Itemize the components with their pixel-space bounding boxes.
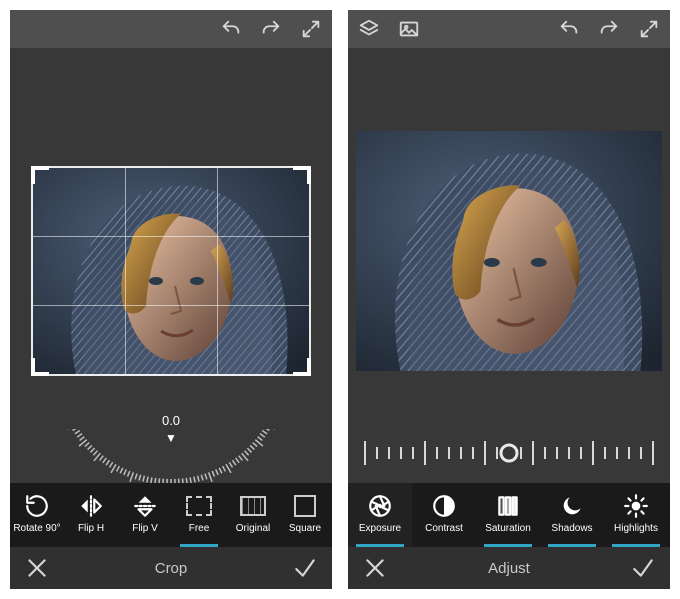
layers-icon bbox=[358, 18, 380, 40]
original-aspect-icon bbox=[240, 496, 266, 516]
cancel-button[interactable] bbox=[358, 551, 392, 585]
crop-canvas[interactable]: 0.0 ▼ bbox=[10, 48, 332, 483]
highlights-tool[interactable]: Highlights bbox=[604, 483, 668, 547]
flip-v-tool[interactable]: Flip V bbox=[118, 483, 172, 547]
crop-handle-br[interactable] bbox=[293, 358, 311, 376]
saturation-icon bbox=[495, 493, 521, 519]
square-aspect-icon bbox=[294, 495, 316, 517]
redo-icon bbox=[598, 18, 620, 40]
cancel-button[interactable] bbox=[20, 551, 54, 585]
adjust-tools-bar: Exposure Contrast Saturation Shadows Hig… bbox=[348, 483, 670, 547]
contrast-icon bbox=[431, 493, 457, 519]
layers-button[interactable] bbox=[352, 12, 386, 46]
rotation-dial[interactable]: 0.0 ▼ bbox=[10, 413, 332, 483]
grid-line bbox=[217, 168, 218, 374]
expand-icon bbox=[300, 18, 322, 40]
dial-ticks-icon bbox=[41, 429, 301, 483]
close-icon bbox=[362, 555, 388, 581]
tool-label: Contrast bbox=[425, 523, 463, 534]
tool-label: Rotate 90° bbox=[13, 523, 60, 534]
tool-label: Flip H bbox=[78, 523, 104, 534]
adjust-canvas[interactable] bbox=[348, 48, 670, 483]
aspect-square-tool[interactable]: Square bbox=[280, 483, 330, 547]
tool-label: Original bbox=[236, 523, 270, 534]
sun-icon bbox=[623, 493, 649, 519]
fullscreen-button[interactable] bbox=[294, 12, 328, 46]
check-icon bbox=[292, 555, 318, 581]
grid-line bbox=[33, 236, 309, 237]
crop-frame[interactable] bbox=[31, 166, 311, 376]
image-preview bbox=[356, 131, 662, 371]
slider-ticks-icon bbox=[359, 433, 659, 473]
tool-label: Highlights bbox=[614, 523, 658, 534]
tool-label: Exposure bbox=[359, 523, 401, 534]
compare-button[interactable] bbox=[392, 12, 426, 46]
portrait-image bbox=[356, 131, 662, 371]
saturation-tool[interactable]: Saturation bbox=[476, 483, 540, 547]
tool-label: Square bbox=[289, 523, 321, 534]
confirm-button[interactable] bbox=[626, 551, 660, 585]
image-icon bbox=[398, 18, 420, 40]
flip-h-icon bbox=[78, 493, 104, 519]
undo-icon bbox=[558, 18, 580, 40]
aperture-icon bbox=[367, 493, 393, 519]
moon-icon bbox=[559, 493, 585, 519]
crop-handle-bl[interactable] bbox=[31, 358, 49, 376]
rotation-value: 0.0 bbox=[162, 413, 180, 428]
redo-icon bbox=[260, 18, 282, 40]
tool-label: Flip V bbox=[132, 523, 158, 534]
top-bar bbox=[10, 10, 332, 48]
grid-line bbox=[125, 168, 126, 374]
bottom-bar: Crop bbox=[10, 547, 332, 589]
free-aspect-icon bbox=[186, 496, 212, 516]
value-slider[interactable] bbox=[359, 423, 659, 483]
bottom-bar: Adjust bbox=[348, 547, 670, 589]
grid-line bbox=[33, 305, 309, 306]
rotate-90-tool[interactable]: Rotate 90° bbox=[10, 483, 64, 547]
exposure-tool[interactable]: Exposure bbox=[348, 483, 412, 547]
aspect-original-tool[interactable]: Original bbox=[226, 483, 280, 547]
contrast-tool[interactable]: Contrast bbox=[412, 483, 476, 547]
tool-label: Saturation bbox=[485, 523, 531, 534]
aspect-free-tool[interactable]: Free bbox=[172, 483, 226, 547]
crop-handle-tr[interactable] bbox=[293, 166, 311, 184]
tool-label: Shadows bbox=[551, 523, 592, 534]
undo-button[interactable] bbox=[552, 12, 586, 46]
rotate-icon bbox=[24, 493, 50, 519]
check-icon bbox=[630, 555, 656, 581]
tool-label: Free bbox=[189, 523, 210, 534]
confirm-button[interactable] bbox=[288, 551, 322, 585]
image-preview bbox=[31, 166, 311, 376]
slider-handle-icon bbox=[501, 445, 517, 461]
shadows-tool[interactable]: Shadows bbox=[540, 483, 604, 547]
expand-icon bbox=[638, 18, 660, 40]
undo-icon bbox=[220, 18, 242, 40]
close-icon bbox=[24, 555, 50, 581]
flip-h-tool[interactable]: Flip H bbox=[64, 483, 118, 547]
fullscreen-button[interactable] bbox=[632, 12, 666, 46]
crop-editor-screen: 0.0 ▼ Rotate 90° Flip H bbox=[10, 10, 332, 589]
crop-handle-tl[interactable] bbox=[31, 166, 49, 184]
flip-v-icon bbox=[132, 493, 158, 519]
adjust-editor-screen: Exposure Contrast Saturation Shadows Hig… bbox=[348, 10, 670, 589]
top-bar bbox=[348, 10, 670, 48]
redo-button[interactable] bbox=[592, 12, 626, 46]
mode-title: Adjust bbox=[392, 560, 626, 577]
undo-button[interactable] bbox=[214, 12, 248, 46]
crop-tools-bar: Rotate 90° Flip H Flip V Free Original S… bbox=[10, 483, 332, 547]
redo-button[interactable] bbox=[254, 12, 288, 46]
mode-title: Crop bbox=[54, 560, 288, 577]
